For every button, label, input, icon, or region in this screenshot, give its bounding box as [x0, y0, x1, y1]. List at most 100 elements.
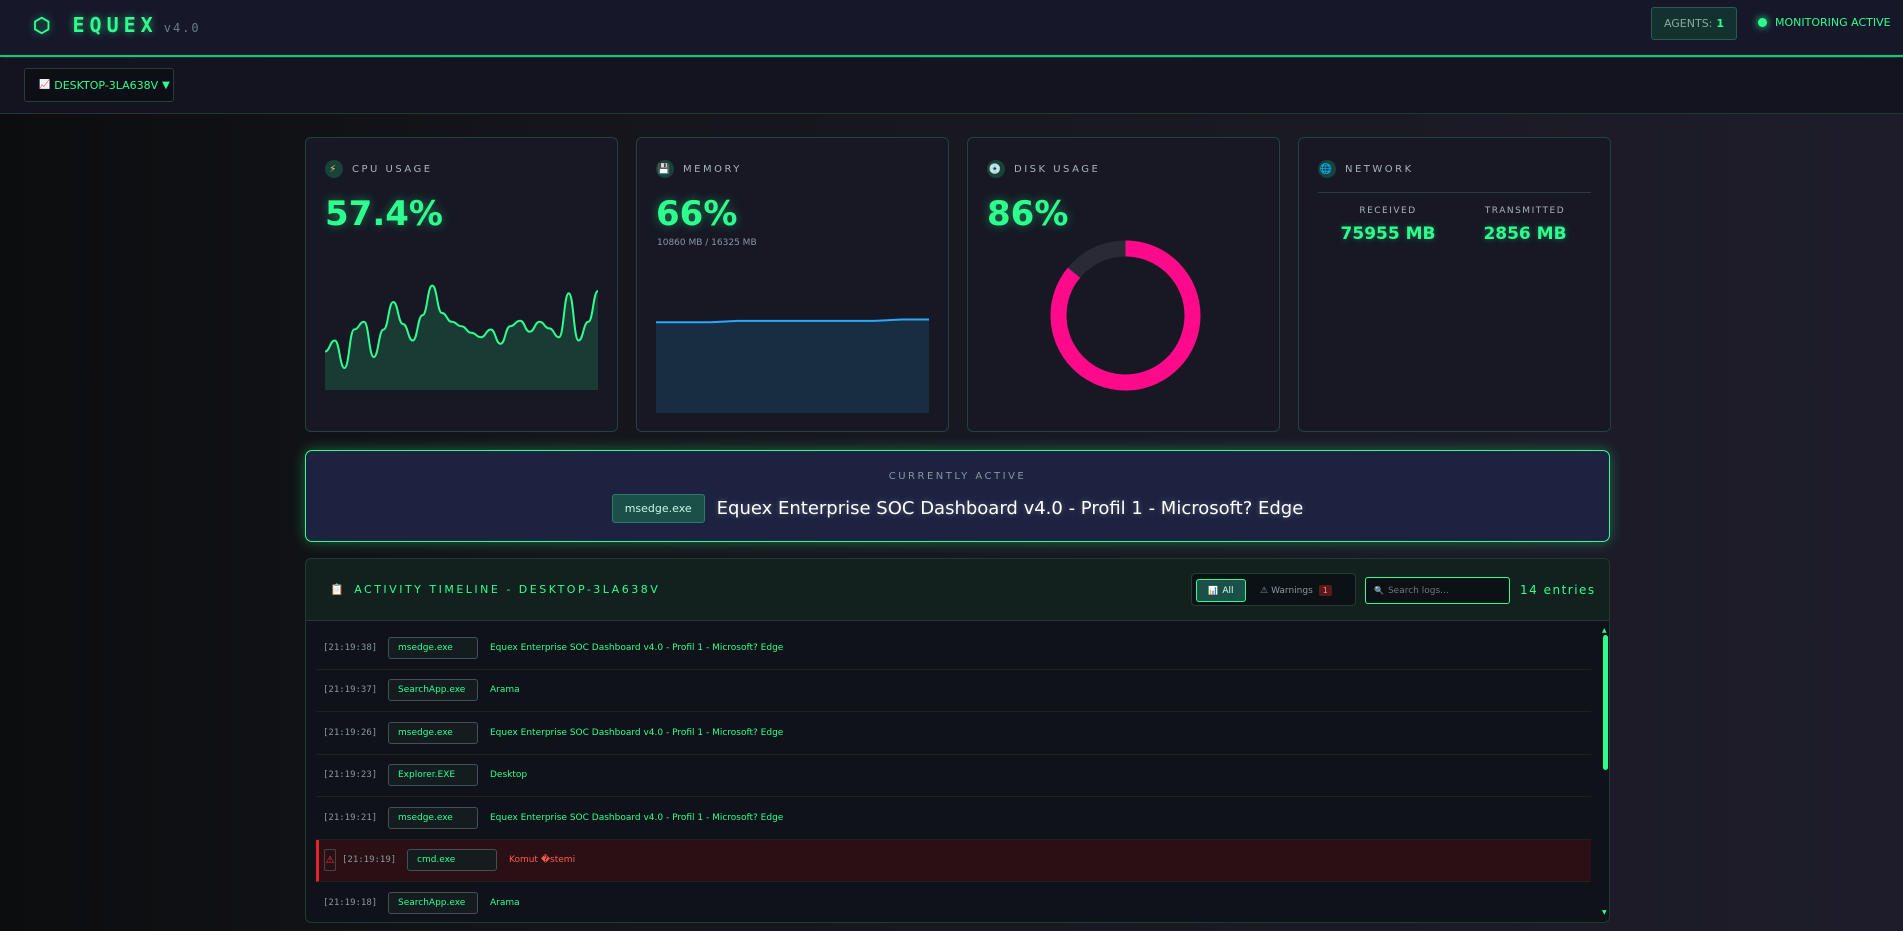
log-message: Equex Enterprise SOC Dashboard v4.0 - Pr… [490, 642, 784, 653]
network-card: 🌐 NETWORK RECEIVED 75955 MB TRANSMITTED 2… [1298, 137, 1611, 432]
status-dot-icon [1758, 18, 1767, 27]
network-divider [1318, 192, 1591, 193]
currently-active-panel: CURRENTLY ACTIVE msedge.exe Equex Enterp… [305, 450, 1610, 542]
log-process: msedge.exe [388, 636, 478, 659]
cpu-card: ⚡ CPU USAGE 57.4% [305, 137, 618, 432]
disc-icon: 💿 [987, 160, 1005, 178]
received-label: RECEIVED [1359, 206, 1417, 216]
cpu-label: CPU USAGE [352, 163, 433, 175]
agent-selector-value: DESKTOP-3LA638V [54, 78, 159, 92]
transmitted-label: TRANSMITTED [1484, 206, 1566, 216]
log-row[interactable]: [21:19:38] msedge.exe Equex Enterprise SOC… [316, 627, 1591, 670]
chevron-down-icon: ▼ [162, 79, 170, 91]
network-received: RECEIVED 75955 MB [1328, 206, 1448, 244]
log-row[interactable]: [21:19:21] msedge.exe Equex Enterprise SOC… [316, 797, 1591, 840]
active-window-title: Equex Enterprise SOC Dashboard v4.0 - Pr… [716, 498, 1304, 519]
log-time: [21:19:37] [323, 685, 378, 696]
memory-chart [656, 318, 929, 413]
timeline-title-text: ACTIVITY TIMELINE - DESKTOP-3LA638V [354, 583, 661, 596]
timeline-title: 📋 ACTIVITY TIMELINE - DESKTOP-3LA638V [330, 583, 660, 596]
filter-warnings-button[interactable]: ⚠ Warnings 1 [1260, 579, 1332, 602]
network-transmitted: TRANSMITTED 2856 MB [1465, 206, 1585, 244]
log-message: Desktop [490, 770, 528, 781]
clipboard-icon: 📋 [330, 583, 347, 596]
cpu-chart [325, 284, 598, 390]
agents-counter[interactable]: AGENTS: 1 [1651, 7, 1737, 40]
log-message: Arama [490, 897, 520, 908]
memory-label: MEMORY [683, 163, 742, 175]
memory-card: 💾 MEMORY 66% 10860 MB / 16325 MB [636, 137, 949, 432]
log-list: [21:19:38] msedge.exe Equex Enterprise SOC… [306, 627, 1591, 922]
top-bar: ⬡ EQUEX v4.0 AGENTS: 1 MONITORING ACTIVE [0, 0, 1903, 57]
log-row-warning[interactable]: ⚠ [21:19:19] cmd.exe Komut �stemi [316, 839, 1591, 882]
memory-detail: 10860 MB / 16325 MB [657, 238, 757, 248]
warning-icon: ⚠ [1260, 585, 1269, 596]
monitoring-label: MONITORING ACTIVE [1775, 16, 1891, 29]
chart-icon: 📈 [39, 80, 51, 90]
floppy-icon: 💾 [656, 160, 674, 178]
log-time: [21:19:38] [323, 642, 378, 653]
memory-area [656, 319, 929, 413]
transmitted-value: 2856 MB [1483, 224, 1567, 244]
log-row[interactable]: [21:19:23] Explorer.EXE Desktop [316, 755, 1591, 797]
received-value: 75955 MB [1340, 224, 1436, 244]
log-process: SearchApp.exe [388, 891, 478, 914]
currently-active-label: CURRENTLY ACTIVE [888, 471, 1027, 482]
app-version: v4.0 [163, 21, 201, 35]
log-time: [21:19:26] [323, 727, 378, 738]
search-input[interactable] [1387, 585, 1498, 596]
log-message: Equex Enterprise SOC Dashboard v4.0 - Pr… [490, 727, 784, 738]
scroll-down-icon[interactable]: ▼ [1602, 909, 1607, 916]
disk-label: DISK USAGE [1014, 163, 1101, 175]
network-label: NETWORK [1345, 163, 1414, 175]
app-name: EQUEX [72, 13, 158, 37]
log-process: msedge.exe [388, 806, 478, 829]
hexagon-icon: ⬡ [33, 13, 56, 37]
cpu-area [325, 285, 598, 390]
timeline-header: 📋 ACTIVITY TIMELINE - DESKTOP-3LA638V 📊 Al… [306, 559, 1609, 621]
disk-value: 86% [987, 194, 1069, 234]
network-header: 🌐 NETWORK [1318, 160, 1414, 178]
log-time: [21:19:23] [323, 770, 378, 781]
filter-warnings-label: Warnings [1271, 585, 1313, 596]
warnings-count-badge: 1 [1318, 585, 1332, 596]
log-row[interactable]: [21:19:18] SearchApp.exe Arama [316, 882, 1591, 922]
log-process: msedge.exe [388, 721, 478, 744]
log-time: [21:19:18] [323, 897, 378, 908]
lightning-icon: ⚡ [325, 160, 343, 178]
scrollbar-thumb[interactable] [1603, 635, 1608, 770]
log-process: SearchApp.exe [388, 679, 478, 702]
log-row[interactable]: [21:19:26] msedge.exe Equex Enterprise SOC… [316, 712, 1591, 755]
log-time: [21:19:21] [323, 812, 378, 823]
log-message: Komut �stemi [509, 855, 576, 866]
agents-label: AGENTS: [1663, 17, 1713, 30]
app-logo: ⬡ EQUEX v4.0 [33, 13, 201, 37]
disk-card: 💿 DISK USAGE 86% [967, 137, 1280, 432]
activity-timeline: 📋 ACTIVITY TIMELINE - DESKTOP-3LA638V 📊 Al… [305, 558, 1610, 923]
filter-all-label: All [1222, 585, 1234, 596]
globe-icon: 🌐 [1318, 160, 1336, 178]
disk-header: 💿 DISK USAGE [987, 160, 1100, 178]
memory-header: 💾 MEMORY [656, 160, 742, 178]
bar-chart-icon: 📊 [1208, 586, 1219, 595]
agent-selector[interactable]: 📈 DESKTOP-3LA638V ▼ [24, 68, 174, 102]
scroll-up-icon[interactable]: ▲ [1602, 627, 1607, 634]
agent-bar: 📈 DESKTOP-3LA638V ▼ [0, 58, 1903, 114]
log-scrollbar[interactable]: ▲ ▼ [1602, 627, 1608, 917]
log-message: Arama [490, 685, 520, 696]
monitoring-status: MONITORING ACTIVE [1758, 16, 1891, 29]
search-icon: 🔍 [1374, 586, 1384, 595]
cpu-header: ⚡ CPU USAGE [325, 160, 433, 178]
cpu-value: 57.4% [325, 194, 443, 234]
disk-donut [1050, 240, 1201, 391]
entries-count: 14 entries [1520, 583, 1596, 597]
filter-all-button[interactable]: 📊 All [1196, 579, 1246, 602]
log-time: [21:19:19] [342, 855, 397, 866]
warning-icon: ⚠ [324, 849, 336, 872]
log-process: cmd.exe [407, 849, 497, 872]
filter-group: 📊 All ⚠ Warnings 1 [1191, 573, 1356, 606]
log-message: Equex Enterprise SOC Dashboard v4.0 - Pr… [490, 812, 784, 823]
log-row[interactable]: [21:19:37] SearchApp.exe Arama [316, 670, 1591, 712]
search-box[interactable]: 🔍 [1365, 577, 1510, 604]
agents-count: 1 [1716, 17, 1725, 30]
